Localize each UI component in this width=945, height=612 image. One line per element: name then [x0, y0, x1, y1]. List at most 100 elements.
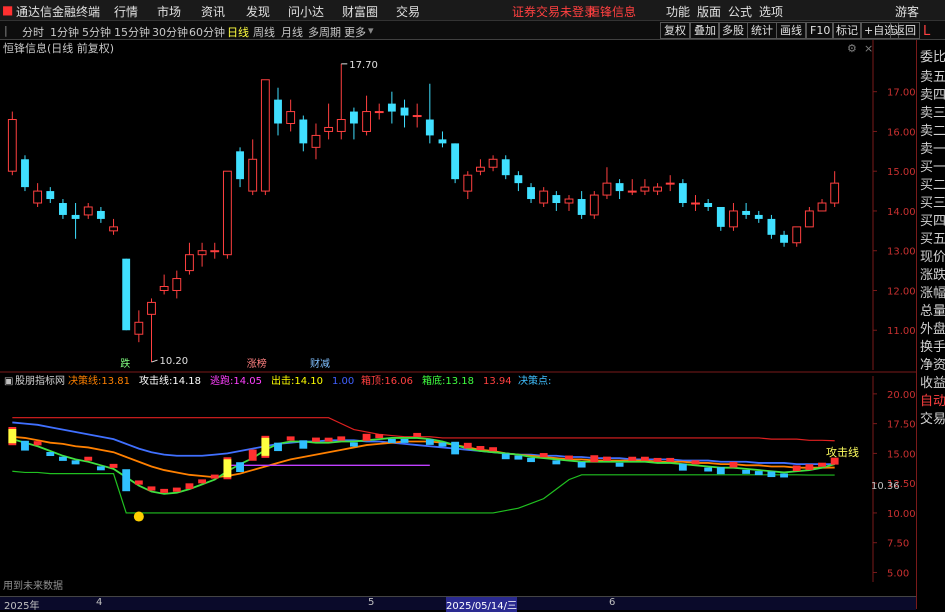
side-item-buy1[interactable]: 买一: [920, 156, 945, 175]
candle-body-up: [589, 194, 599, 216]
indicator-bar-down: [59, 456, 67, 461]
indicator-bar-down: [21, 440, 29, 451]
candle-body-down: [780, 234, 788, 243]
side-item-buy5[interactable]: 买五: [920, 228, 945, 247]
candle-body-down: [21, 159, 29, 188]
indicator-bar-down: [236, 462, 244, 473]
side-item-change[interactable]: 涨跌: [920, 264, 945, 283]
indicator-bar-up: [134, 480, 143, 485]
indicator-bar-up: [666, 457, 675, 462]
legend-entry: 出击:14.10: [271, 374, 323, 387]
candle-body-down: [527, 187, 535, 200]
indicator-bar-down: [527, 457, 535, 463]
close-icon[interactable]: ×: [864, 42, 873, 55]
date-label-apr: 4: [96, 597, 103, 608]
side-item-sell5[interactable]: 卖五: [920, 66, 945, 85]
indicator-y-tick-label: 10.00: [887, 509, 916, 520]
candle-body-up: [665, 182, 675, 185]
indicator-bar-down: [501, 453, 510, 460]
indicator-bar-down: [46, 452, 55, 457]
indicator-bar-down: [678, 463, 687, 471]
candle-body-up: [374, 111, 384, 114]
indicator-bar-highlight: [8, 429, 17, 444]
candle-body-up: [817, 202, 827, 212]
indicator-bar-down: [716, 467, 725, 475]
gear-icon[interactable]: ⚙: [847, 42, 857, 55]
indicator-bar-down: [349, 442, 358, 447]
main-y-tick-label: 12.00: [887, 286, 916, 297]
candle-body-down: [577, 199, 586, 215]
main-y-tick-label: 15.00: [887, 167, 916, 178]
indicator-bar-up: [413, 432, 422, 437]
indicator-title: 股朋指标网: [15, 374, 65, 387]
candle-body-up: [172, 278, 182, 291]
side-item-sell4[interactable]: 卖四: [920, 84, 945, 103]
candle-body-up: [83, 206, 93, 216]
candle-body-down: [299, 119, 308, 144]
side-item-buy2[interactable]: 买二: [920, 174, 945, 193]
indicator-bar-down: [577, 461, 586, 468]
indicator-bar-up: [147, 486, 156, 491]
date-label-cursor[interactable]: 2025/05/14/三: [446, 597, 518, 612]
side-item-turnover[interactable]: 换手: [920, 336, 945, 355]
indicator-bar-up: [33, 441, 42, 446]
indicator-bar-up: [640, 456, 649, 461]
side-item-volume[interactable]: 总量: [920, 300, 945, 319]
side-item-change-pct[interactable]: 涨幅: [920, 282, 945, 301]
candle-body-down: [387, 103, 396, 112]
indicator-bar-up: [539, 453, 548, 458]
legend-entry: 决策线:13.81: [68, 374, 130, 387]
candle-body-up: [640, 186, 650, 192]
side-item-buy3[interactable]: 买三: [920, 192, 945, 211]
price-annotation: 10.20: [159, 356, 188, 367]
side-item-net-assets[interactable]: 净资: [920, 354, 945, 373]
side-item-earnings[interactable]: 收益: [920, 372, 945, 391]
indicator-bar-up: [476, 446, 485, 451]
side-item-buy4[interactable]: 买四: [920, 210, 945, 229]
future-data-note: 用到未来数据: [3, 579, 63, 592]
candle-body-down: [71, 214, 80, 219]
candle-body-up: [463, 174, 473, 192]
candle-body-up: [324, 126, 334, 132]
indicator-bar-down: [615, 462, 624, 467]
indicator-bar-down: [742, 469, 751, 474]
main-y-tick-label: 11.00: [887, 326, 916, 337]
side-item-outer[interactable]: 外盘: [920, 318, 945, 337]
candle-body-up: [476, 166, 485, 172]
side-item-auto[interactable]: 自动: [920, 390, 945, 409]
candle-body-down: [514, 175, 523, 184]
side-item-sell1[interactable]: 卖一: [920, 138, 945, 157]
signal-label: 跌: [120, 357, 130, 370]
side-item-sell3[interactable]: 卖三: [920, 102, 945, 121]
candle-body-down: [767, 218, 776, 235]
indicator-bar-up: [312, 437, 320, 442]
indicator-y-tick-label: 15.00: [887, 449, 916, 460]
indicator-bar-highlight: [223, 459, 232, 478]
indicator-bar-up: [160, 488, 169, 493]
chart-canvas[interactable]: 17.00 16.00 15.00 14.00 13.00 12.00 11.00 17.7…: [0, 0, 916, 596]
smiley-icon: [133, 511, 144, 522]
indicator-bar-up: [489, 447, 498, 452]
indicator-bar-down: [274, 442, 282, 452]
candle-body-down: [615, 183, 624, 192]
signal-label: 涨榜: [247, 357, 267, 370]
candle-body-down: [59, 203, 67, 215]
side-item-sell2[interactable]: 卖二: [920, 120, 945, 139]
side-item-trade[interactable]: 交易: [920, 408, 945, 427]
candle-body-up: [147, 301, 156, 315]
main-y-tick-label: 14.00: [887, 207, 916, 218]
candle-body-up: [602, 182, 612, 196]
candle-body-up: [362, 111, 371, 132]
side-item-price[interactable]: 现价: [920, 246, 945, 265]
indicator-bar-down: [514, 455, 523, 460]
main-y-tick-label: 16.00: [887, 127, 916, 138]
indicator-bar-down: [704, 467, 713, 472]
indicator-bar-down: [96, 466, 105, 471]
candle-body-down: [438, 139, 447, 144]
candle-body-up: [412, 115, 422, 118]
candle-body-up: [653, 186, 662, 192]
side-item-weibi[interactable]: 委比: [920, 46, 945, 65]
indicator-bar-up: [198, 479, 207, 484]
indicator-bar-up: [653, 457, 662, 462]
candle-body-up: [488, 158, 498, 168]
